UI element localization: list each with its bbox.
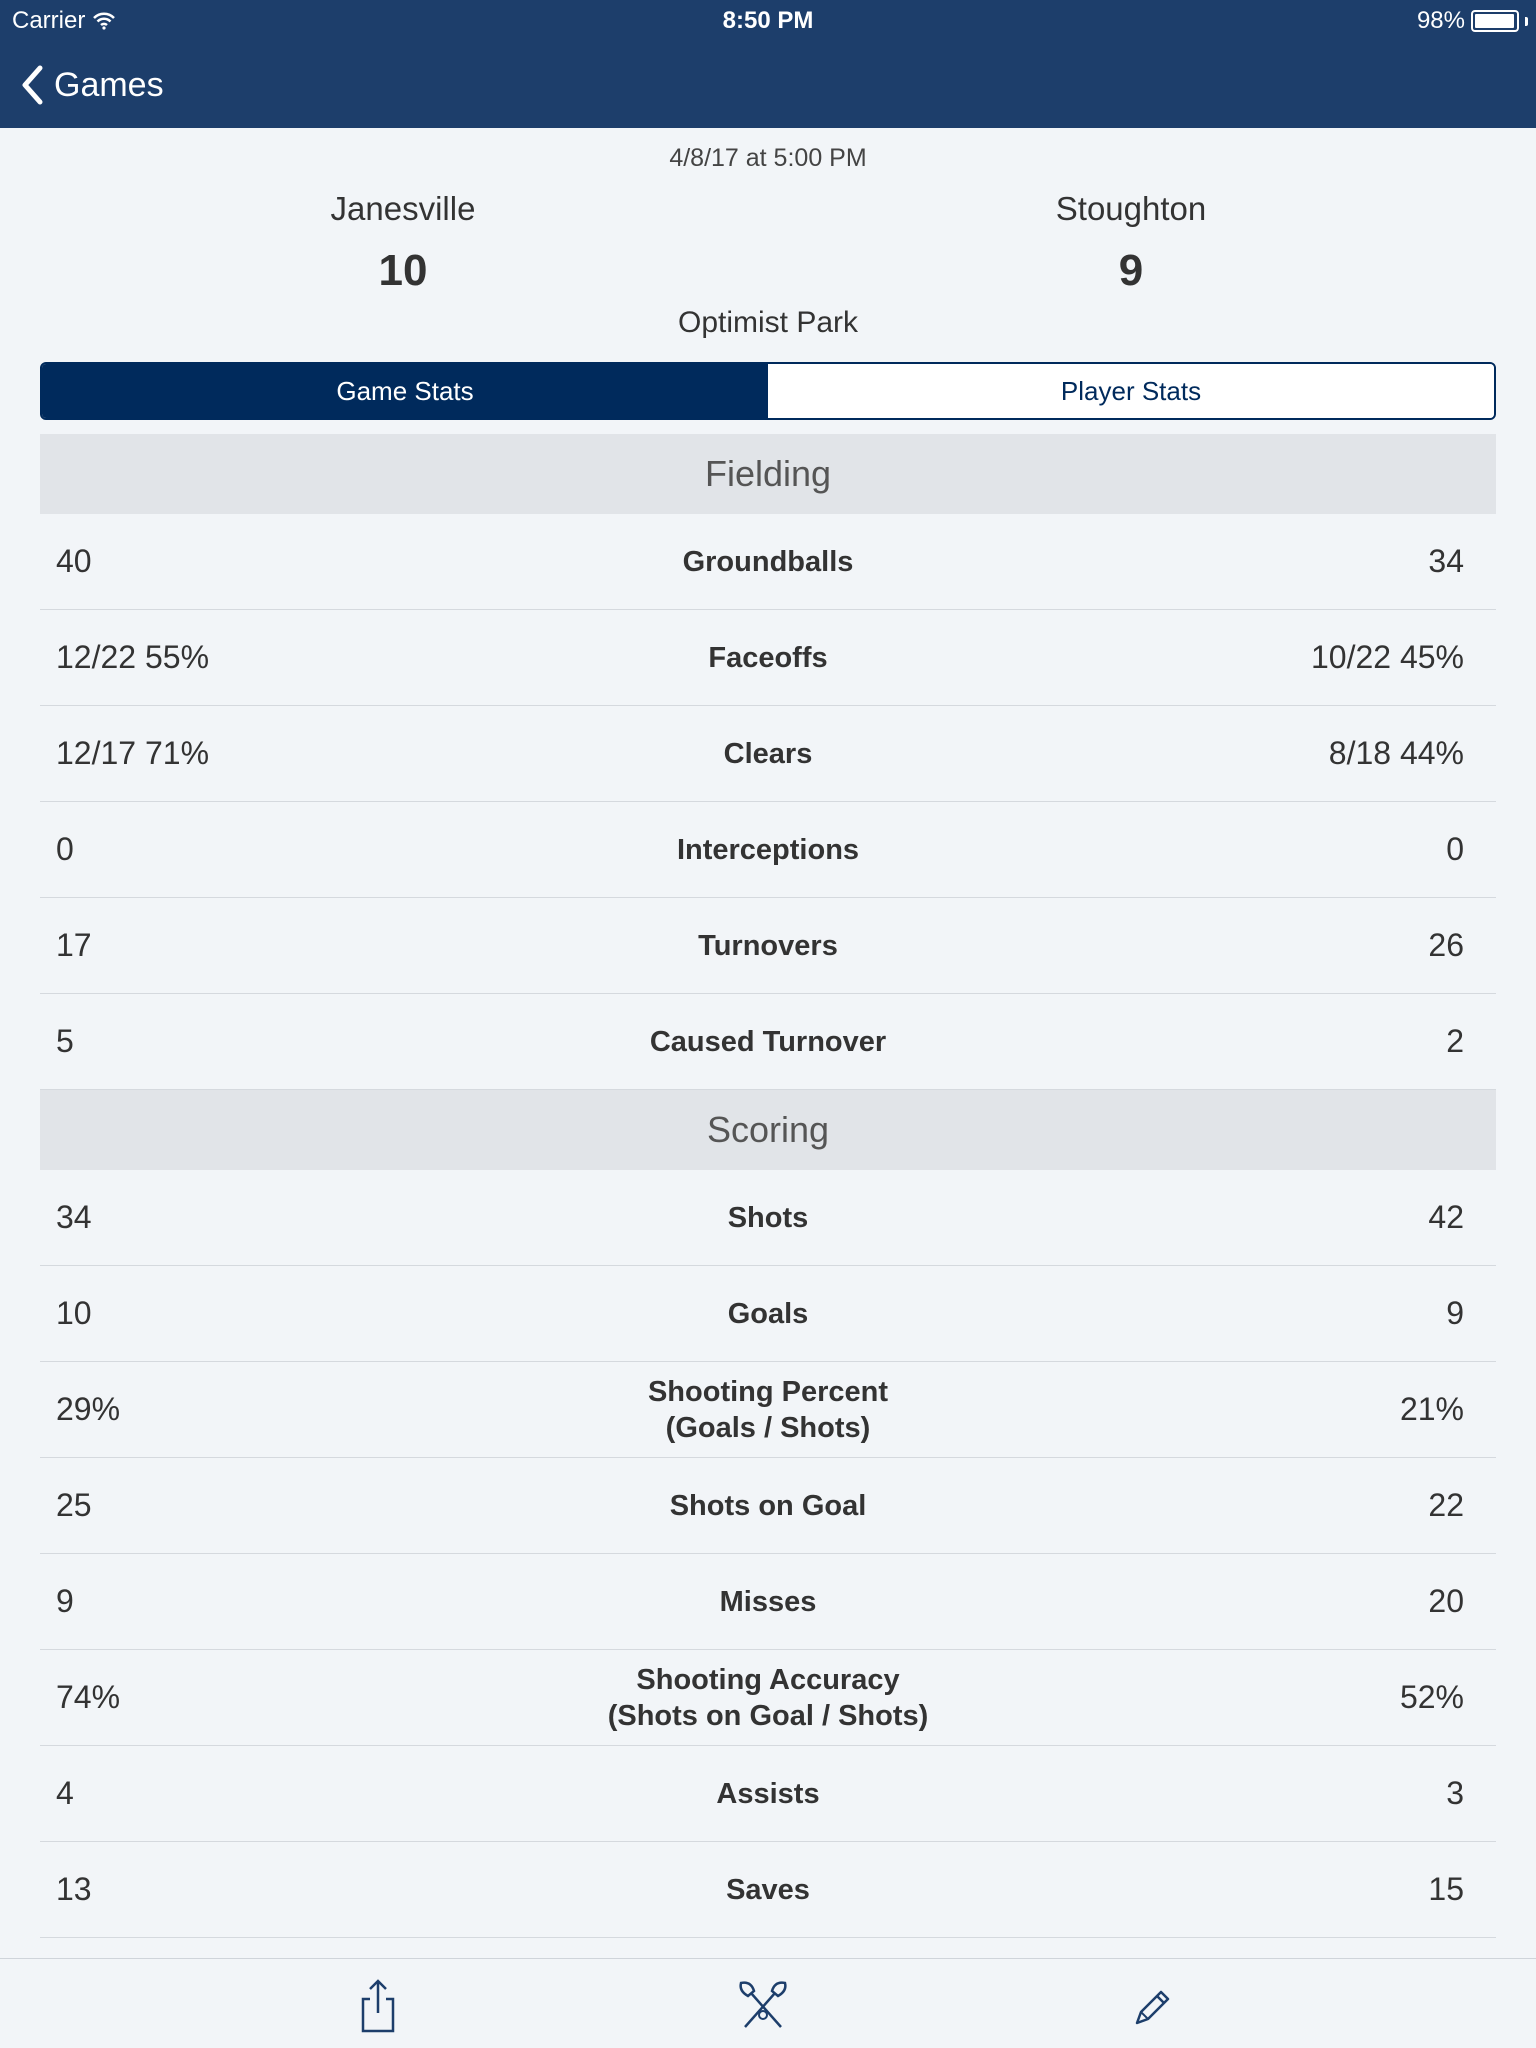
stat-label: Turnovers xyxy=(40,928,1496,964)
stat-label-text: Clears xyxy=(723,737,813,770)
away-stat-value: 34 xyxy=(1428,543,1464,579)
stat-row: 17 Turnovers 26 xyxy=(40,898,1496,994)
stat-label-text: Turnovers xyxy=(698,929,838,962)
away-stat-value: 9 xyxy=(1446,1295,1464,1331)
stat-label: Goals xyxy=(40,1296,1496,1332)
stat-sublabel: (Goals / Shots) xyxy=(665,1411,871,1444)
stat-label-text: Shooting Percent xyxy=(647,1375,889,1408)
battery-icon xyxy=(1471,10,1519,32)
away-team-score: 9 xyxy=(1118,246,1144,295)
section-header-scoring: Scoring xyxy=(40,1090,1496,1170)
share-icon[interactable] xyxy=(353,1979,403,2033)
stat-label: Caused Turnover xyxy=(40,1024,1496,1060)
stat-row: 5 Caused Turnover 2 xyxy=(40,994,1496,1090)
stat-row: 4 Assists 3 xyxy=(40,1746,1496,1842)
tab-game-stats[interactable]: Game Stats xyxy=(42,364,768,418)
stat-row: 12/22 55% Faceoffs 10/22 45% xyxy=(40,610,1496,706)
away-stat-value: 26 xyxy=(1428,927,1464,963)
back-label: Games xyxy=(54,65,164,104)
stat-row: 13 Saves 15 xyxy=(40,1842,1496,1938)
game-summary: 4/8/17 at 5:00 PM Janesville 10 Stoughto… xyxy=(0,128,1536,360)
stat-label-text: Assists xyxy=(716,1777,820,1810)
stat-row: 29% Shooting Percent (Goals / Shots) 21% xyxy=(40,1362,1496,1458)
stat-label: Shooting Percent (Goals / Shots) xyxy=(40,1374,1496,1446)
stats-segmented-control: Game Stats Player Stats xyxy=(40,362,1496,420)
away-stat-value: 0 xyxy=(1446,831,1464,867)
stat-row: 12/17 71% Clears 8/18 44% xyxy=(40,706,1496,802)
home-team: Janesville 10 xyxy=(203,190,603,296)
navigation-header: Carrier 8:50 PM 98% Games xyxy=(0,0,1536,128)
battery-level xyxy=(1475,14,1515,28)
stat-label-text: Groundballs xyxy=(682,545,854,578)
stat-row: 74% Shooting Accuracy (Shots on Goal / Sho… xyxy=(40,1650,1496,1746)
stat-label: Interceptions xyxy=(40,832,1496,868)
game-datetime: 4/8/17 at 5:00 PM xyxy=(669,144,867,172)
stat-label: Shots on Goal xyxy=(40,1488,1496,1524)
away-stat-value: 21% xyxy=(1399,1391,1464,1427)
stat-label-text: Shots xyxy=(727,1201,809,1234)
stat-row: 9 Misses 20 xyxy=(40,1554,1496,1650)
section-header-fielding: Fielding xyxy=(40,434,1496,514)
bottom-toolbar xyxy=(0,1958,1536,2048)
stat-row: 34 Shots 42 xyxy=(40,1170,1496,1266)
away-stat-value: 20 xyxy=(1428,1583,1464,1619)
stat-label-text: Misses xyxy=(719,1585,817,1618)
stat-sublabel: (Shots on Goal / Shots) xyxy=(607,1699,929,1732)
stat-label-text: Caused Turnover xyxy=(649,1025,887,1058)
away-stat-value: 3 xyxy=(1446,1775,1464,1811)
away-team-name: Stoughton xyxy=(1055,190,1207,227)
chevron-left-icon xyxy=(22,65,43,105)
home-team-score: 10 xyxy=(378,246,428,295)
tab-player-stats[interactable]: Player Stats xyxy=(768,364,1494,418)
home-team-name: Janesville xyxy=(330,190,476,227)
stat-label-text: Shots on Goal xyxy=(669,1489,867,1522)
away-stat-value: 8/18 44% xyxy=(1328,735,1464,771)
stat-label: Shots xyxy=(40,1200,1496,1236)
stat-label-text: Goals xyxy=(727,1297,809,1330)
lacrosse-sticks-icon[interactable] xyxy=(735,1979,791,2031)
status-bar: Carrier 8:50 PM 98% xyxy=(0,0,1536,42)
clock: 8:50 PM xyxy=(722,7,814,34)
stat-label: Groundballs xyxy=(40,544,1496,580)
away-stat-value: 15 xyxy=(1428,1871,1464,1907)
battery-tip xyxy=(1525,16,1528,26)
battery-percent: 98% xyxy=(1416,7,1465,34)
stat-label-text: Shooting Accuracy xyxy=(636,1663,900,1696)
pencil-icon[interactable] xyxy=(1127,1979,1177,2031)
stat-row: 10 Goals 9 xyxy=(40,1266,1496,1362)
stat-label: Faceoffs xyxy=(40,640,1496,676)
away-stat-value: 22 xyxy=(1428,1487,1464,1523)
stat-row: 25 Shots on Goal 22 xyxy=(40,1458,1496,1554)
away-stat-value: 52% xyxy=(1399,1679,1464,1715)
back-button[interactable]: Games xyxy=(20,60,164,110)
stat-row: 0 Interceptions 0 xyxy=(40,802,1496,898)
stat-label-text: Saves xyxy=(726,1873,810,1906)
stat-label: Assists xyxy=(40,1776,1496,1812)
stat-row: 40 Groundballs 34 xyxy=(40,514,1496,610)
away-team: Stoughton 9 xyxy=(931,190,1331,296)
stat-label-text: Faceoffs xyxy=(708,641,828,674)
stat-label-text: Interceptions xyxy=(676,833,860,866)
away-stat-value: 10/22 45% xyxy=(1310,639,1464,675)
stats-table: Fielding 40 Groundballs 34 12/22 55% Faceoffs… xyxy=(40,434,1496,1939)
stat-label: Misses xyxy=(40,1584,1496,1620)
battery-indicator: 98% xyxy=(1417,7,1528,35)
stat-label: Saves xyxy=(40,1872,1496,1908)
stat-label: Shooting Accuracy (Shots on Goal / Shots) xyxy=(40,1662,1496,1734)
stat-label: Clears xyxy=(40,736,1496,772)
away-stat-value: 42 xyxy=(1428,1199,1464,1235)
away-stat-value: 2 xyxy=(1446,1023,1464,1059)
game-venue: Optimist Park xyxy=(677,306,859,339)
